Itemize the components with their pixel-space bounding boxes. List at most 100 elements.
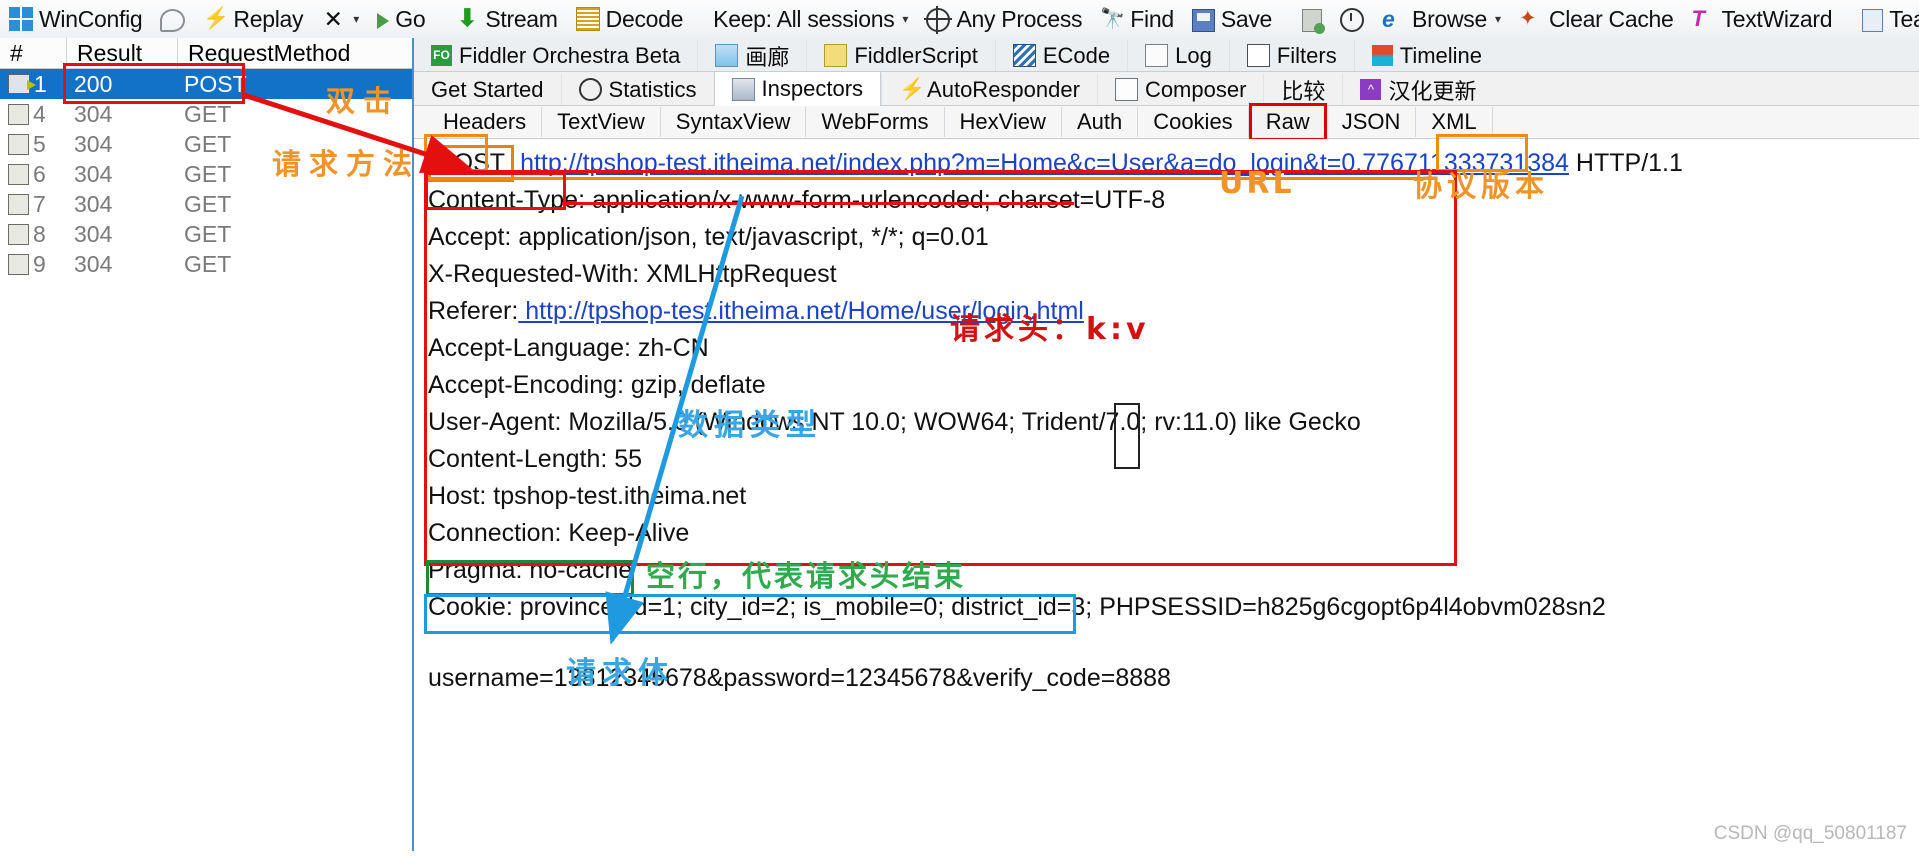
header-value: tpshop-test.itheima.net bbox=[486, 482, 747, 510]
toolbar-find-button[interactable]: 🔭 Find bbox=[1091, 1, 1183, 37]
header-name: Referer: bbox=[428, 297, 519, 325]
header-name: Content-Type: bbox=[428, 186, 586, 214]
header-name: Accept: bbox=[428, 223, 512, 251]
subtab-json[interactable]: JSON bbox=[1327, 107, 1417, 137]
chevron-down-icon[interactable]: ▾ bbox=[1495, 12, 1501, 26]
request-url-link[interactable]: http://tpshop-test.itheima.net/index.php… bbox=[520, 149, 1569, 177]
header-value: Keep-Alive bbox=[561, 519, 690, 547]
stream-arrow-icon: ⬇ bbox=[457, 5, 478, 32]
tab-timeline[interactable]: Timeline bbox=[1353, 40, 1499, 71]
header-value: application/x-www-form-urlencoded; chars… bbox=[585, 186, 1166, 214]
tab-label: 比较 bbox=[1281, 78, 1326, 104]
timer-icon bbox=[1340, 8, 1365, 32]
replay-icon: ⚡ bbox=[203, 7, 230, 30]
table-row[interactable]: 9 304 GET bbox=[0, 249, 412, 279]
subtab-textview[interactable]: TextView bbox=[542, 107, 661, 137]
subtab-hexview[interactable]: HexView bbox=[945, 107, 1062, 137]
tab-label: Filters bbox=[1276, 42, 1337, 68]
session-doc-icon bbox=[8, 103, 29, 125]
toolbar-replay-button[interactable]: ⚡ Replay bbox=[194, 1, 312, 37]
tab-ecode[interactable]: ECode bbox=[994, 40, 1127, 71]
subtab-syntaxview[interactable]: SyntaxView bbox=[661, 107, 807, 137]
raw-request-text[interactable]: POST http://tpshop-test.itheima.net/index… bbox=[414, 139, 1919, 857]
subtab-raw[interactable]: Raw bbox=[1248, 103, 1327, 141]
toolbar-comment-button[interactable] bbox=[151, 1, 194, 37]
toolbar-remove-button[interactable]: ✕ ▾ bbox=[312, 1, 368, 37]
raw-header-line: Accept: application/json, text/javascrip… bbox=[414, 219, 1919, 256]
tab-label: Timeline bbox=[1399, 42, 1483, 68]
toolbar-browse-button[interactable]: e Browse ▾ bbox=[1373, 1, 1510, 37]
session-doc-icon bbox=[8, 253, 29, 275]
tab-inspectors[interactable]: Inspectors bbox=[713, 71, 882, 106]
chevron-down-icon[interactable]: ▾ bbox=[353, 12, 359, 26]
table-row[interactable]: 7 304 GET bbox=[0, 189, 412, 219]
tab-filters[interactable]: Filters bbox=[1228, 40, 1354, 71]
header-value: application/json, text/javascript, */*; … bbox=[511, 223, 989, 251]
column-header-result[interactable]: Result bbox=[66, 38, 177, 68]
subtab-xml[interactable]: XML bbox=[1416, 107, 1493, 137]
toolbar-tearoff-button[interactable]: Tearoff bbox=[1853, 1, 1919, 37]
session-number: 9 bbox=[33, 250, 46, 277]
session-number-cell: 4 bbox=[0, 99, 64, 129]
chevron-down-icon[interactable]: ▾ bbox=[902, 12, 908, 26]
request-method-value: POST bbox=[428, 145, 515, 182]
header-value-link[interactable]: http://tpshop-test.itheima.net/Home/user… bbox=[518, 297, 1084, 325]
toolbar-stream-button[interactable]: ⬇ Stream bbox=[446, 1, 566, 37]
sessions-header-row: # Result RequestMethod bbox=[0, 38, 412, 69]
tab-label: ECode bbox=[1042, 42, 1111, 68]
subtab-headers[interactable]: Headers bbox=[428, 107, 543, 137]
raw-header-line: Content-Type: application/x-www-form-url… bbox=[414, 182, 1919, 219]
tab-autoresponder[interactable]: ⚡ AutoResponder bbox=[881, 74, 1097, 105]
toolbar-item-label: Find bbox=[1130, 5, 1174, 32]
tab-compare[interactable]: 比较 bbox=[1263, 74, 1342, 105]
header-value: Mozilla/5.0 (Windows NT 10.0; WOW64; Tri… bbox=[561, 408, 1361, 436]
toolbar-clear-cache-button[interactable]: ✦ Clear Cache bbox=[1510, 1, 1683, 37]
tab-log[interactable]: Log bbox=[1127, 40, 1229, 71]
toolbar-go-button[interactable]: Go bbox=[368, 1, 434, 37]
toolbar-keep-sessions-dropdown[interactable]: Keep: All sessions ▾ bbox=[704, 1, 917, 37]
subtab-auth[interactable]: Auth bbox=[1062, 107, 1139, 137]
toolbar-save-button[interactable]: Save bbox=[1183, 1, 1281, 37]
tearoff-icon bbox=[1862, 8, 1884, 32]
comment-bubble-icon bbox=[160, 8, 186, 32]
table-row[interactable]: 5 304 GET bbox=[0, 129, 412, 159]
raw-header-line: Cookie: province_id=1; city_id=2; is_mob… bbox=[414, 589, 1919, 626]
toolbar-winconfig-button[interactable]: WinConfig bbox=[0, 1, 151, 37]
table-row[interactable]: 6 304 GET bbox=[0, 159, 412, 189]
tab-label: Get Started bbox=[431, 76, 544, 102]
column-header-request-method[interactable]: RequestMethod bbox=[177, 38, 412, 68]
raw-header-line: Accept-Encoding: gzip, deflate bbox=[414, 367, 1919, 404]
tab-fiddler-orchestra[interactable]: FO Fiddler Orchestra Beta bbox=[414, 40, 697, 71]
play-icon bbox=[377, 13, 390, 29]
tabs-row-primary: Get Started Statistics Inspectors ⚡ Auto… bbox=[414, 71, 1919, 106]
tab-gallery[interactable]: 画廊 bbox=[697, 40, 806, 71]
table-row[interactable]: 8 304 GET bbox=[0, 219, 412, 249]
tab-composer[interactable]: Composer bbox=[1096, 74, 1263, 105]
table-row[interactable]: 4 304 GET bbox=[0, 99, 412, 129]
tab-get-started[interactable]: Get Started bbox=[414, 74, 561, 105]
sessions-list-panel[interactable]: # Result RequestMethod 1 200 POST 4 304 … bbox=[0, 38, 414, 851]
toolbar-timer-button[interactable] bbox=[1331, 1, 1373, 37]
tab-label: 汉化更新 bbox=[1388, 78, 1477, 104]
subtab-webforms[interactable]: WebForms bbox=[806, 107, 945, 137]
column-header-number[interactable]: # bbox=[0, 38, 66, 68]
toolbar-clipboard-button[interactable] bbox=[1293, 1, 1331, 37]
tab-statistics[interactable]: Statistics bbox=[560, 74, 714, 105]
subtab-cookies[interactable]: Cookies bbox=[1138, 107, 1249, 137]
save-icon bbox=[1191, 8, 1215, 32]
table-row[interactable]: 1 200 POST bbox=[0, 69, 412, 99]
tab-chinese-update[interactable]: ^ 汉化更新 bbox=[1342, 74, 1493, 105]
toolbar-item-label: Tearoff bbox=[1889, 5, 1919, 32]
tab-label: FiddlerScript bbox=[854, 42, 978, 68]
tab-fiddlerscript[interactable]: FiddlerScript bbox=[806, 40, 994, 71]
raw-header-line: X-Requested-With: XMLHttpRequest bbox=[414, 256, 1919, 293]
toolbar-textwizard-button[interactable]: T TextWizard bbox=[1683, 1, 1842, 37]
header-name: Content-Length: bbox=[428, 445, 608, 473]
log-icon bbox=[1145, 44, 1169, 67]
raw-header-line: Accept-Language: zh-CN bbox=[414, 330, 1919, 367]
toolbar-decode-button[interactable]: Decode bbox=[567, 1, 692, 37]
update-icon: ^ bbox=[1360, 79, 1382, 100]
header-value: gzip, deflate bbox=[623, 371, 766, 399]
toolbar-any-process-button[interactable]: Any Process bbox=[917, 1, 1091, 37]
raw-header-line: User-Agent: Mozilla/5.0 (Windows NT 10.0… bbox=[414, 404, 1919, 441]
